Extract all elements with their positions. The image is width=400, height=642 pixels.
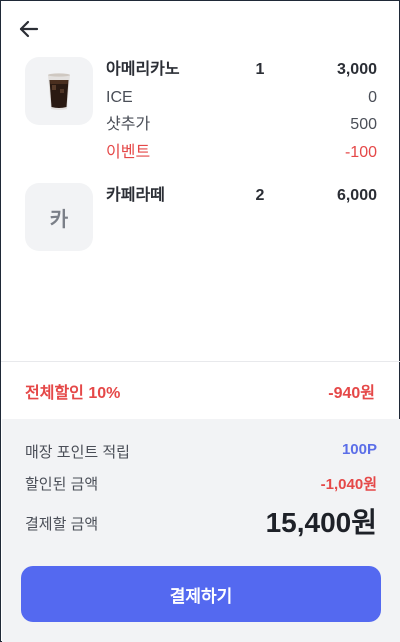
discount-value: -940원 (328, 385, 375, 402)
thumbnail-letter: 카 (49, 208, 69, 231)
item-price: 6,000 (336, 187, 377, 204)
discount-label: 전체할인 10% (25, 385, 121, 402)
item-quantity: 2 (255, 187, 265, 204)
option-name: ICE (106, 89, 133, 106)
total-label: 결제할 금액 (25, 516, 99, 533)
americano-thumbnail (25, 57, 93, 125)
order-screen: 아메리카노 1 3,000 ICE 0 샷추가 500 이벤트 -100 카 카… (0, 0, 400, 642)
total-value: 15,400원 (265, 507, 377, 538)
item-main-row: 아메리카노 1 3,000 (106, 60, 377, 80)
back-button[interactable] (15, 15, 43, 43)
pay-button[interactable]: 결제하기 (21, 566, 381, 622)
points-label: 매장 포인트 적립 (25, 444, 130, 461)
item-main-row: 카페라떼 2 6,000 (106, 186, 377, 206)
option-price: 500 (350, 116, 377, 133)
option-name: 이벤트 (106, 144, 151, 161)
item-quantity: 1 (255, 61, 265, 78)
option-price: -100 (344, 144, 377, 161)
item-name: 카페라떼 (106, 187, 165, 204)
arrow-left-icon (19, 20, 39, 38)
discounted-value: -1,040원 (320, 476, 377, 493)
cafe-latte-thumbnail: 카 (25, 183, 93, 251)
option-row: ICE 0 (106, 88, 377, 108)
event-option-row: 이벤트 -100 (106, 143, 377, 163)
points-value: 100P (341, 441, 377, 458)
order-item-americano: 아메리카노 1 3,000 ICE 0 샷추가 500 이벤트 -100 (25, 57, 377, 167)
discounted-label: 할인된 금액 (25, 476, 99, 493)
order-item-cafe-latte: 카 카페라떼 2 6,000 (25, 183, 377, 251)
item-name: 아메리카노 (106, 61, 180, 78)
iced-coffee-icon (48, 73, 70, 110)
total-discount-row: 전체할인 10% -940원 (25, 379, 375, 402)
option-row: 샷추가 500 (106, 115, 377, 135)
option-price: 0 (368, 89, 377, 106)
divider (1, 361, 400, 362)
item-price: 3,000 (336, 61, 377, 78)
option-name: 샷추가 (106, 116, 151, 133)
